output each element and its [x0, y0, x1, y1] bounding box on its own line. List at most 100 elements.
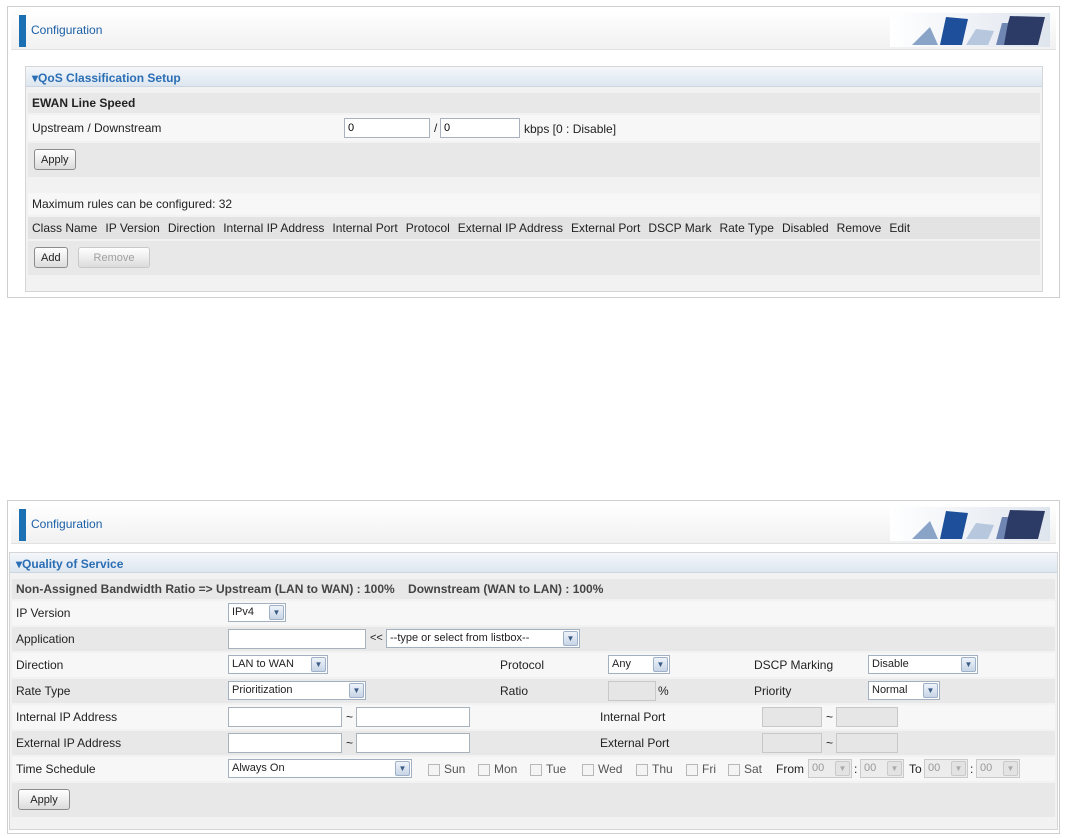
- checkbox-icon[interactable]: [530, 763, 542, 776]
- apply-row: Apply: [12, 783, 1055, 817]
- dropdown-arrow-icon: ▼: [395, 761, 410, 776]
- internal-ip-end-input[interactable]: [356, 707, 470, 727]
- dropdown-arrow-icon: ▼: [951, 761, 966, 776]
- section-title: Quality of Service: [22, 557, 124, 571]
- internal-ip-row: Internal IP Address ~ Internal Port ~: [12, 705, 1055, 729]
- dropdown-arrow-icon: ▼: [563, 631, 578, 646]
- internal-ip-sep: ~: [346, 710, 354, 724]
- internal-ip-start-input[interactable]: [228, 707, 342, 727]
- ip-version-label: IP Version: [16, 606, 71, 620]
- section-header[interactable]: ▾Quality of Service: [10, 553, 1057, 573]
- dscp-select[interactable]: Disable ▼: [868, 655, 978, 674]
- bandwidth-row: Non-Assigned Bandwidth Ratio => Upstream…: [12, 579, 1055, 599]
- day-mon[interactable]: Mon: [478, 762, 517, 776]
- from-time-sep: :: [854, 762, 858, 776]
- direction-select[interactable]: LAN to WAN ▼: [228, 655, 328, 674]
- col-direction: Direction: [167, 221, 216, 235]
- header-accent-bar: [19, 15, 26, 47]
- bandwidth-text: Non-Assigned Bandwidth Ratio => Upstream…: [16, 582, 604, 596]
- ratio-unit: %: [658, 684, 669, 698]
- speed-row: Upstream / Downstream / kbps [0 : Disabl…: [28, 115, 1040, 141]
- header-art-icon: [890, 13, 1050, 47]
- checkbox-icon[interactable]: [728, 763, 740, 776]
- checkbox-icon[interactable]: [428, 763, 440, 776]
- section-title: QoS Classification Setup: [38, 71, 181, 85]
- page-title: Configuration: [31, 517, 103, 531]
- application-label: Application: [16, 632, 75, 646]
- day-sat[interactable]: Sat: [728, 762, 762, 776]
- rate-type-select[interactable]: Prioritization ▼: [228, 681, 366, 700]
- max-rules-text: Maximum rules can be configured: 32: [32, 197, 233, 211]
- dropdown-arrow-icon: ▼: [311, 657, 326, 672]
- to-hour-select[interactable]: 00 ▼: [924, 759, 968, 778]
- day-sun[interactable]: Sun: [428, 762, 465, 776]
- internal-ip-label: Internal IP Address: [16, 710, 118, 724]
- col-remove: Remove: [836, 221, 882, 235]
- rate-type-row: Rate Type Prioritization ▼ Ratio % Priori…: [12, 679, 1055, 703]
- qos-section: ▾Quality of Service Non-Assigned Bandwid…: [9, 552, 1058, 830]
- external-port-end-input[interactable]: [836, 733, 898, 753]
- add-remove-row: Add Remove: [28, 241, 1040, 275]
- apply-button[interactable]: Apply: [18, 789, 70, 810]
- col-dscp-mark: DSCP Mark: [648, 221, 712, 235]
- application-select[interactable]: --type or select from listbox-- ▼: [386, 629, 580, 648]
- to-time-sep: :: [970, 762, 974, 776]
- section-header[interactable]: ▾QoS Classification Setup: [26, 67, 1042, 87]
- apply-button[interactable]: Apply: [34, 149, 76, 170]
- day-tue[interactable]: Tue: [530, 762, 566, 776]
- upstream-input[interactable]: [344, 118, 430, 138]
- configuration-header: Configuration: [11, 504, 1056, 544]
- ratio-input[interactable]: [608, 681, 656, 701]
- checkbox-icon[interactable]: [478, 763, 490, 776]
- checkbox-icon[interactable]: [582, 763, 594, 776]
- dropdown-arrow-icon: ▼: [349, 683, 364, 698]
- external-ip-end-input[interactable]: [356, 733, 470, 753]
- checkbox-icon[interactable]: [686, 763, 698, 776]
- external-port-start-input[interactable]: [762, 733, 822, 753]
- dropdown-arrow-icon: ▼: [1003, 761, 1018, 776]
- header-art-icon: [890, 507, 1050, 541]
- add-button[interactable]: Add: [34, 247, 68, 268]
- external-port-sep: ~: [826, 736, 834, 750]
- priority-label: Priority: [754, 684, 792, 698]
- configuration-header: Configuration: [11, 10, 1056, 50]
- protocol-select[interactable]: Any ▼: [608, 655, 670, 674]
- internal-port-start-input[interactable]: [762, 707, 822, 727]
- internal-port-sep: ~: [826, 710, 834, 724]
- time-schedule-label: Time Schedule: [16, 762, 96, 776]
- time-schedule-select[interactable]: Always On ▼: [228, 759, 412, 778]
- col-rate-type: Rate Type: [719, 221, 774, 235]
- application-arrow-button[interactable]: <<: [370, 632, 383, 644]
- external-ip-sep: ~: [346, 736, 354, 750]
- rules-table-header: Class Name IP Version Direction Internal…: [28, 217, 1040, 239]
- header-accent-bar: [19, 509, 26, 541]
- from-label: From: [776, 762, 804, 776]
- external-ip-row: External IP Address ~ External Port ~: [12, 731, 1055, 755]
- from-min-select[interactable]: 00 ▼: [860, 759, 904, 778]
- day-fri[interactable]: Fri: [686, 762, 716, 776]
- col-class-name: Class Name: [32, 221, 98, 235]
- downstream-input[interactable]: [440, 118, 520, 138]
- checkbox-icon[interactable]: [636, 763, 648, 776]
- external-port-label: External Port: [600, 736, 670, 750]
- ip-version-row: IP Version IPv4 ▼: [12, 601, 1055, 625]
- col-ip-version: IP Version: [105, 221, 160, 235]
- dropdown-arrow-icon: ▼: [887, 761, 902, 776]
- dropdown-arrow-icon: ▼: [835, 761, 850, 776]
- day-thu[interactable]: Thu: [636, 762, 673, 776]
- max-rules-row: Maximum rules can be configured: 32: [28, 193, 1040, 215]
- dropdown-arrow-icon: ▼: [269, 605, 284, 620]
- col-external-port: External Port: [570, 221, 641, 235]
- priority-select[interactable]: Normal ▼: [868, 681, 940, 700]
- day-wed[interactable]: Wed: [582, 762, 622, 776]
- to-min-select[interactable]: 00 ▼: [976, 759, 1020, 778]
- ewan-heading-row: EWAN Line Speed: [28, 93, 1040, 113]
- from-hour-select[interactable]: 00 ▼: [808, 759, 852, 778]
- application-input[interactable]: [228, 629, 366, 649]
- internal-port-end-input[interactable]: [836, 707, 898, 727]
- remove-button[interactable]: Remove: [78, 247, 150, 268]
- ip-version-select[interactable]: IPv4 ▼: [228, 603, 286, 622]
- external-ip-start-input[interactable]: [228, 733, 342, 753]
- rate-type-label: Rate Type: [16, 684, 71, 698]
- qos-classification-panel: Configuration ▾QoS Classification Setup …: [7, 6, 1060, 298]
